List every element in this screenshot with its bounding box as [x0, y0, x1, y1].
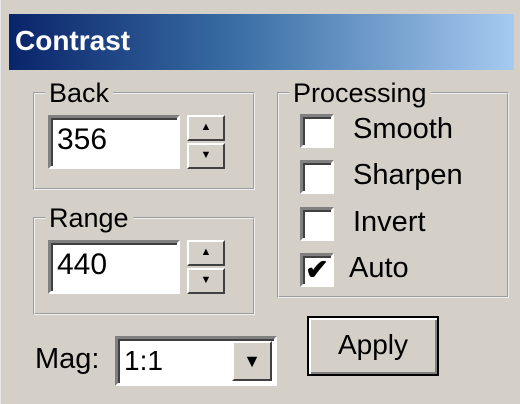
checkmark-icon: ✔ [305, 254, 329, 285]
back-spin-down[interactable]: ▼ [187, 143, 225, 169]
contrast-window: Contrast Back 356 ▲ ▼ Range 440 ▲ ▼ Proc… [0, 0, 520, 404]
mag-dropdown-button[interactable]: ▼ [232, 341, 272, 381]
processing-label: Processing [293, 78, 427, 108]
window-title: Contrast [15, 25, 131, 56]
range-input[interactable]: 440 [48, 240, 180, 294]
auto-label[interactable]: Auto [349, 251, 409, 285]
invert-checkbox[interactable] [300, 207, 334, 241]
title-bar[interactable]: Contrast [9, 14, 514, 70]
spin-down-icon: ▼ [200, 274, 212, 286]
range-label: Range [49, 203, 129, 233]
back-label: Back [49, 78, 110, 108]
range-spin-up[interactable]: ▲ [187, 240, 225, 266]
mag-value: 1:1 [124, 345, 163, 376]
smooth-label[interactable]: Smooth [353, 112, 453, 146]
sharpen-label[interactable]: Sharpen [353, 158, 463, 192]
mag-dropdown[interactable]: 1:1 ▼ [115, 336, 277, 386]
back-input[interactable]: 356 [48, 115, 180, 169]
back-spin-up[interactable]: ▲ [187, 115, 225, 141]
auto-checkbox[interactable]: ✔ [300, 253, 334, 287]
smooth-checkbox[interactable] [300, 114, 334, 148]
dropdown-arrow-icon: ▼ [243, 351, 261, 371]
sharpen-checkbox[interactable] [300, 160, 334, 194]
mag-label: Mag: [35, 343, 100, 375]
invert-label[interactable]: Invert [353, 205, 426, 239]
range-spin-down[interactable]: ▼ [187, 268, 225, 294]
spin-down-icon: ▼ [200, 149, 212, 161]
apply-button[interactable]: Apply [307, 316, 439, 376]
spin-up-icon: ▲ [200, 121, 212, 133]
spin-up-icon: ▲ [200, 246, 212, 258]
